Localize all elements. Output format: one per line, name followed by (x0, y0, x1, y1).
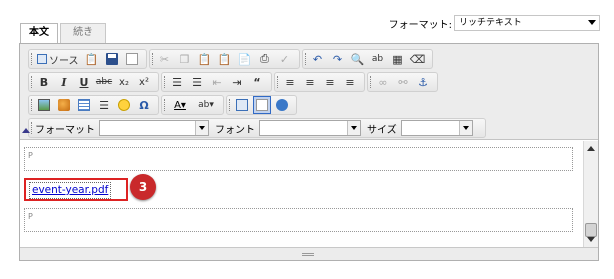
strike-icon[interactable]: abc (95, 73, 113, 91)
bold-icon[interactable]: B (35, 73, 53, 91)
toolbar-group-clipboard: ✂ ❐ 📋 📋 📄 ⎙ ✓ (148, 49, 300, 69)
toolbar-group-insert: ☰ Ω (28, 95, 159, 115)
align-right-icon[interactable]: ≡ (321, 73, 339, 91)
paragraph-block[interactable]: P (24, 208, 573, 232)
format-selector-label: フォーマット: (388, 19, 452, 31)
toolbar-row-1: ソース 📋 ✂ ❐ 📋 📋 📄 ⎙ ✓ ↶ ↷ 🔍 ab ▦ ⌫ (28, 49, 435, 69)
image-icon[interactable] (35, 96, 53, 114)
flash-icon[interactable] (55, 96, 73, 114)
content-scrollbar[interactable] (583, 141, 598, 247)
editor-screen: 本文 続き フォーマット: リッチテキスト ソース 📋 ✂ ❐ 📋 📋 📄 ⎙ … (0, 0, 614, 279)
toolbar-row-4: フォーマット フォント サイズ (28, 118, 488, 138)
chevron-down-icon (195, 121, 208, 135)
align-left-icon[interactable]: ≡ (281, 73, 299, 91)
toolbar-group-undo: ↶ ↷ 🔍 ab ▦ ⌫ (301, 49, 433, 69)
table-icon[interactable] (75, 96, 93, 114)
toolbar-group-tools (226, 95, 297, 115)
bulleted-list-icon[interactable]: ☰ (188, 73, 206, 91)
format-selector: フォーマット: リッチテキスト (389, 15, 600, 31)
save-icon[interactable] (103, 50, 121, 68)
tab-body[interactable]: 本文 (20, 23, 58, 44)
scroll-up-icon[interactable] (587, 146, 595, 151)
toolbar-group-document: ソース 📋 (28, 49, 147, 69)
toolbar-group-basic: B I U abc x₂ x² (28, 72, 159, 92)
paste-icon[interactable]: 📋 (83, 50, 101, 68)
paste-word-icon[interactable]: 📋 (216, 50, 234, 68)
smiley-icon[interactable] (115, 96, 133, 114)
step-badge: 3 (130, 174, 156, 200)
cut-icon[interactable]: ✂ (156, 50, 174, 68)
format-combo[interactable] (99, 120, 209, 136)
underline-icon[interactable]: U (75, 73, 93, 91)
format-select[interactable]: リッチテキスト (454, 15, 600, 31)
toolbar-row-3: ☰ Ω A▾ ab▾ (28, 95, 299, 115)
toolbar-group-links: ∞ ⚯ ⚓ (367, 72, 438, 92)
chevron-down-icon (458, 121, 472, 135)
link-icon[interactable]: ∞ (374, 73, 392, 91)
copy-icon[interactable]: ❐ (176, 50, 194, 68)
size-combo-label: サイズ (367, 124, 397, 136)
redo-icon[interactable]: ↷ (329, 50, 347, 68)
editor-toolbar: ソース 📋 ✂ ❐ 📋 📋 📄 ⎙ ✓ ↶ ↷ 🔍 ab ▦ ⌫ B I U a… (20, 44, 598, 140)
scroll-down-icon[interactable] (587, 237, 595, 242)
pdf-link[interactable]: event-year.pdf (29, 182, 112, 199)
paragraph-block[interactable]: P (24, 147, 573, 171)
rich-text-editor: ソース 📋 ✂ ❐ 📋 📋 📄 ⎙ ✓ ↶ ↷ 🔍 ab ▦ ⌫ B I U a… (19, 43, 599, 261)
find-icon[interactable]: 🔍 (349, 50, 367, 68)
toolbar-group-align: ≡ ≡ ≡ ≡ (274, 72, 365, 92)
text-color-icon[interactable]: A▾ (168, 96, 192, 114)
horizontal-rule-icon[interactable]: ☰ (95, 96, 113, 114)
collapse-toolbar-icon[interactable] (22, 128, 30, 133)
undo-icon[interactable]: ↶ (309, 50, 327, 68)
justify-icon[interactable]: ≡ (341, 73, 359, 91)
italic-icon[interactable]: I (55, 73, 73, 91)
source-button[interactable]: ソース (35, 50, 81, 68)
paste-text-icon[interactable]: 📋 (196, 50, 214, 68)
preview-icon[interactable] (123, 50, 141, 68)
resize-bar[interactable] (20, 247, 598, 260)
indent-icon[interactable]: ⇥ (228, 73, 246, 91)
special-char-icon[interactable]: Ω (135, 96, 153, 114)
toolbar-row-2: B I U abc x₂ x² ☰ ☰ ⇤ ⇥ “ ≡ ≡ ≡ ≡ ∞ ⚯ ⚓ (28, 72, 440, 92)
anchor-icon[interactable]: ⚓ (414, 73, 432, 91)
editor-content[interactable]: P event-year.pdf 3 P (20, 141, 583, 247)
toolbar-group-colors: A▾ ab▾ (161, 95, 224, 115)
outdent-icon[interactable]: ⇤ (208, 73, 226, 91)
align-center-icon[interactable]: ≡ (301, 73, 319, 91)
size-combo[interactable] (400, 120, 473, 136)
bg-color-icon[interactable]: ab▾ (194, 96, 218, 114)
scroll-thumb[interactable] (585, 223, 597, 237)
blockquote-icon[interactable]: “ (248, 73, 266, 91)
select-all-icon[interactable]: ▦ (389, 50, 407, 68)
spellcheck-icon[interactable]: ✓ (276, 50, 294, 68)
format-combo-label: フォーマット (35, 124, 95, 136)
superscript-icon[interactable]: x² (135, 73, 153, 91)
show-blocks-icon[interactable] (253, 96, 271, 114)
toolbar-group-styles: フォーマット フォント サイズ (28, 118, 486, 138)
chevron-down-icon (347, 121, 360, 135)
link-highlight: event-year.pdf (24, 178, 128, 201)
source-icon (37, 54, 47, 64)
subscript-icon[interactable]: x₂ (115, 73, 133, 91)
remove-format-icon[interactable]: ⌫ (409, 50, 427, 68)
toolbar-group-paragraph: ☰ ☰ ⇤ ⇥ “ (161, 72, 272, 92)
tab-continue[interactable]: 続き (60, 23, 106, 43)
font-combo[interactable] (259, 120, 361, 136)
font-combo-label: フォント (215, 124, 255, 136)
chevron-down-icon (588, 20, 596, 25)
about-icon[interactable] (273, 96, 291, 114)
source-button-label: ソース (49, 55, 79, 67)
maximize-icon[interactable] (233, 96, 251, 114)
format-select-value: リッチテキスト (459, 18, 522, 28)
resize-grip-icon[interactable] (302, 253, 314, 256)
unlink-icon[interactable]: ⚯ (394, 73, 412, 91)
print-icon[interactable]: ⎙ (256, 50, 274, 68)
replace-icon[interactable]: ab (369, 50, 387, 68)
numbered-list-icon[interactable]: ☰ (168, 73, 186, 91)
paste-from-word-icon[interactable]: 📄 (236, 50, 254, 68)
